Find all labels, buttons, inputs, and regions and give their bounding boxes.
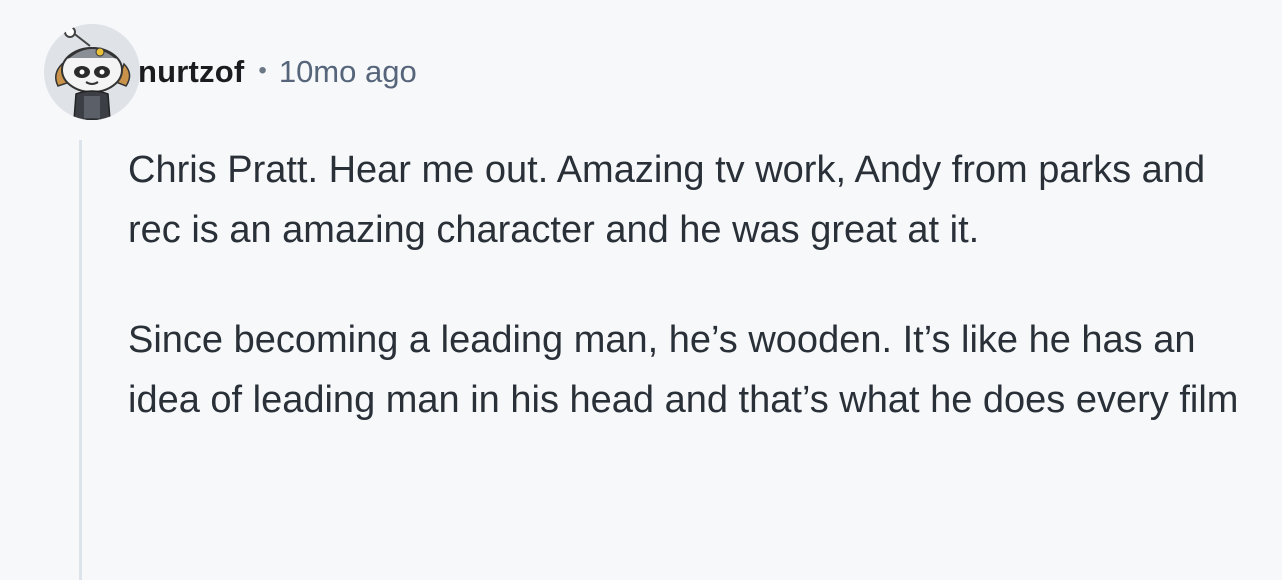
comment-timestamp[interactable]: 10mo ago bbox=[279, 54, 417, 90]
snoo-avatar-icon bbox=[44, 24, 140, 120]
author-username[interactable]: nurtzof bbox=[138, 54, 244, 90]
avatar[interactable] bbox=[44, 24, 140, 120]
comment-body: Chris Pratt. Hear me out. Amazing tv wor… bbox=[128, 140, 1268, 430]
comment: nurtzof • 10mo ago Chris Pratt. Hear me … bbox=[0, 0, 1282, 580]
thread-line[interactable] bbox=[79, 140, 82, 580]
comment-paragraph: Chris Pratt. Hear me out. Amazing tv wor… bbox=[128, 149, 1206, 251]
comment-paragraph: Since becoming a leading man, he’s woode… bbox=[128, 319, 1239, 421]
comment-header: nurtzof • 10mo ago bbox=[44, 24, 417, 120]
meta-separator: • bbox=[258, 57, 267, 84]
